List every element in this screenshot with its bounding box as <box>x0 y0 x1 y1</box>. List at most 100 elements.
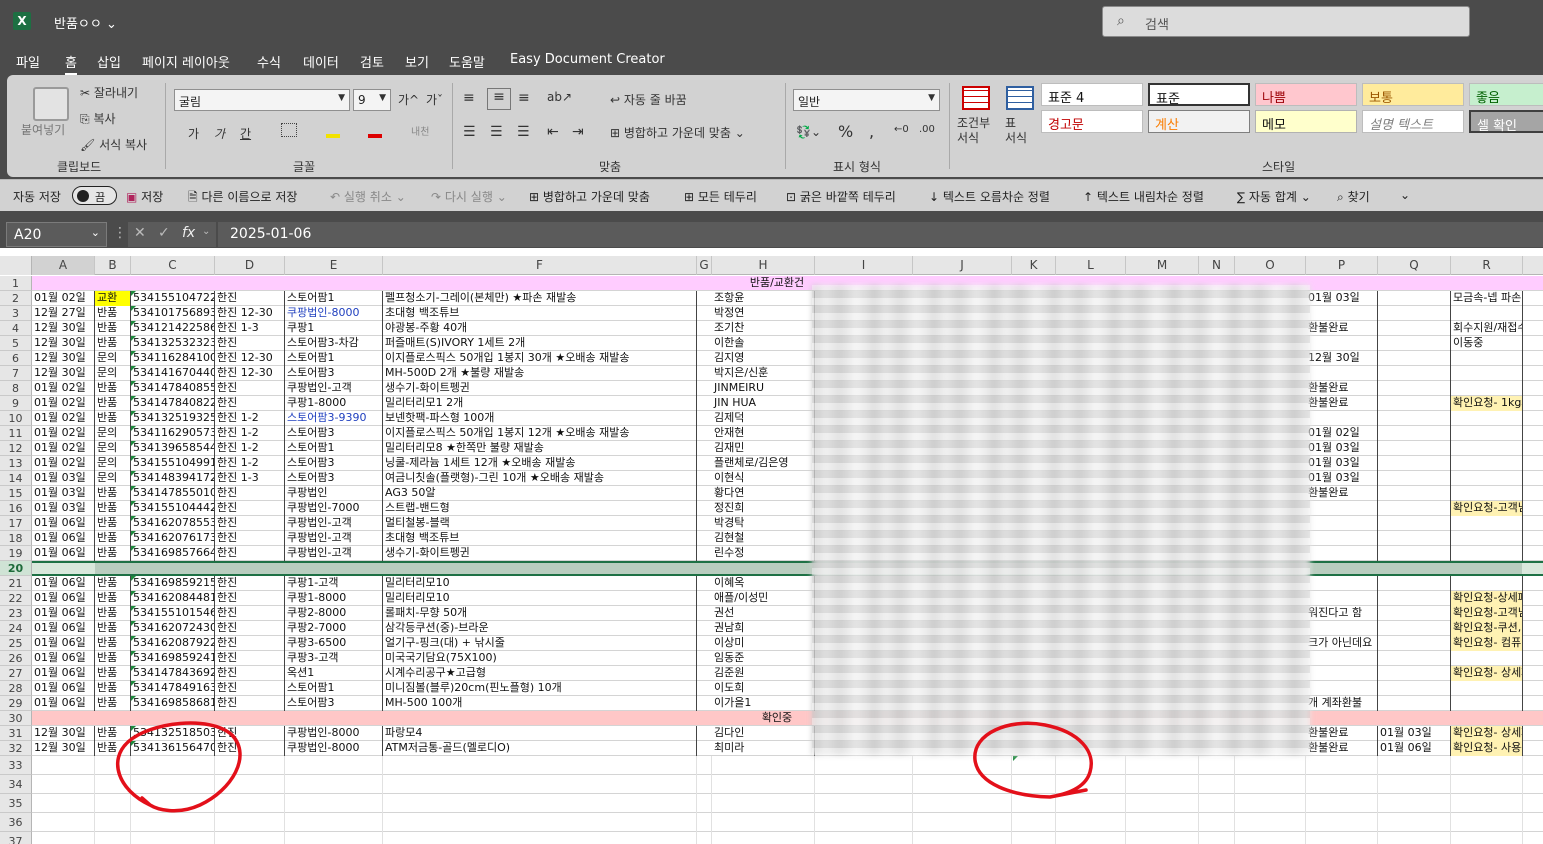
cell-r[interactable] <box>1451 456 1523 471</box>
cell-style-4[interactable]: 좋음 <box>1469 83 1543 106</box>
row-header[interactable]: 32 <box>0 741 32 756</box>
cell-e[interactable]: 쿠팡법인-8000 <box>285 306 383 321</box>
cell-a[interactable]: 01월 06일 <box>32 591 95 606</box>
document-title[interactable]: 반품ㅇㅇ ⌄ <box>54 13 117 32</box>
cell-p[interactable] <box>1306 681 1378 696</box>
cell-h[interactable]: 김제덕 <box>712 411 815 426</box>
cell-e[interactable]: 쿠팡2-8000 <box>285 606 383 621</box>
cell-h[interactable]: 황다연 <box>712 486 815 501</box>
cell-c[interactable]: 534169859241 <box>131 651 215 666</box>
empty-cell[interactable] <box>1235 756 1306 775</box>
cell-b[interactable]: 반품 <box>95 486 131 501</box>
empty-cell[interactable] <box>285 832 383 844</box>
cell-p[interactable] <box>1306 591 1378 606</box>
cell-r[interactable] <box>1451 516 1523 531</box>
cell-h[interactable]: 이현식 <box>712 471 815 486</box>
cell-c[interactable]: 534162078553 <box>131 516 215 531</box>
cell-h[interactable]: 정진희 <box>712 501 815 516</box>
align-top-icon[interactable]: ≡ <box>463 90 475 106</box>
number-format-combo[interactable]: 일반 ▼ <box>793 89 940 111</box>
cell-h[interactable]: 박경탁 <box>712 516 815 531</box>
row-header[interactable]: 5 <box>0 336 32 351</box>
copy-button[interactable]: 복사 <box>93 112 115 126</box>
empty-cell[interactable] <box>1378 756 1451 775</box>
column-header-J[interactable]: J <box>913 256 1012 275</box>
cell-b[interactable]: 반품 <box>95 381 131 396</box>
cell-d[interactable]: 한진 <box>215 576 285 591</box>
cell-e[interactable]: 스토어팜1 <box>285 351 383 366</box>
undo-button[interactable]: 실행 취소 <box>344 190 392 204</box>
cell-h[interactable]: JIN HUA <box>712 396 815 411</box>
align-center-icon[interactable]: ☰ <box>490 124 503 140</box>
empty-cell[interactable] <box>712 832 815 844</box>
cell-f[interactable]: 시계수리공구★고급형 <box>383 666 697 681</box>
cell-h[interactable]: 플랜체로/김은영 <box>712 456 815 471</box>
cell-f[interactable]: MH-500 100개 <box>383 696 697 711</box>
insert-function-button[interactable]: fx <box>182 225 195 241</box>
cell-d[interactable]: 한진 12-30 <box>215 366 285 381</box>
cell-h[interactable]: 이한솔 <box>712 336 815 351</box>
cell-d[interactable]: 한진 1-2 <box>215 456 285 471</box>
cell-e[interactable]: 스토어팜3 <box>285 696 383 711</box>
table-row[interactable]: 12월 30일 반품 534132518503 한진 쿠팡법인-8000 파랑모4 김다인 환… <box>32 726 1543 741</box>
empty-cell[interactable] <box>1378 775 1451 794</box>
cell-h[interactable]: 임동준 <box>712 651 815 666</box>
cell-b[interactable]: 반품 <box>95 591 131 606</box>
cell-d[interactable]: 한진 12-30 <box>215 351 285 366</box>
empty-cell[interactable] <box>697 832 712 844</box>
empty-cell[interactable] <box>1306 832 1378 844</box>
table-row[interactable]: 01월 03일 문의 534148394172 한진 1-3 스토어팜3 여금니칫솔(플랫… <box>32 471 1543 486</box>
cell-d[interactable]: 한진 <box>215 516 285 531</box>
table-row[interactable]: 01월 02일 반품 534147840822 한진 쿠팡1-8000 밀리터리모1 2개… <box>32 396 1543 411</box>
cell-f[interactable]: 보넨핫팩-파스형 100개 <box>383 411 697 426</box>
align-left-icon[interactable]: ☰ <box>463 124 476 140</box>
cell-q[interactable] <box>1378 441 1451 456</box>
cell-e[interactable]: 쿠팡2-7000 <box>285 621 383 636</box>
cell-b[interactable]: 교환 <box>95 291 131 306</box>
empty-row[interactable] <box>32 832 1543 844</box>
table-row[interactable]: 01월 02일 반품 534147840855 한진 쿠팡법인-고객 생수기-화이트펭귄 J… <box>32 381 1543 396</box>
cell-a[interactable]: 01월 06일 <box>32 636 95 651</box>
cell-c[interactable]: 534155101546 <box>131 606 215 621</box>
empty-cell[interactable] <box>1056 775 1126 794</box>
row-header[interactable]: 11 <box>0 426 32 441</box>
sort-ascending-button[interactable]: 텍스트 오름차순 정렬 <box>943 190 1050 204</box>
empty-cell[interactable] <box>815 756 913 775</box>
column-header-L[interactable]: L <box>1056 256 1126 275</box>
all-borders-button[interactable]: 모든 테두리 <box>698 190 757 204</box>
empty-cell[interactable] <box>1451 794 1523 813</box>
empty-row[interactable] <box>32 775 1543 794</box>
format-painter-button[interactable]: 서식 복사 <box>99 138 147 152</box>
cell-f[interactable]: 이지플로스픽스 50개입 1봉지 30개 ★오배송 재발송 <box>383 351 697 366</box>
cell-f[interactable]: 생수기-화이트펭귄 <box>383 381 697 396</box>
empty-cell[interactable] <box>215 756 285 775</box>
cell-c[interactable]: 534162076173 <box>131 531 215 546</box>
empty-cell[interactable] <box>712 756 815 775</box>
row-header[interactable]: 20 <box>0 561 32 576</box>
cell-d[interactable]: 한진 <box>215 591 285 606</box>
cell-b[interactable]: 반품 <box>95 726 131 741</box>
cell-f[interactable]: 얼기구-핑크(대) + 낚시줄 <box>383 636 697 651</box>
row-header[interactable]: 37 <box>0 832 32 844</box>
table-row[interactable]: 01월 06일 반품 534162076173 한진 쿠팡법인-고객 초대형 백조튜브 김현… <box>32 531 1543 546</box>
empty-row[interactable] <box>32 794 1543 813</box>
menu-tab-1[interactable]: 홈 <box>65 52 77 75</box>
cell-p[interactable]: 개 계좌환불 <box>1306 696 1378 711</box>
paste-icon[interactable] <box>33 87 69 121</box>
cell-c[interactable]: 534162087922 <box>131 636 215 651</box>
empty-cell[interactable] <box>383 775 697 794</box>
empty-cell[interactable] <box>913 832 1012 844</box>
cell-f[interactable]: 삼각등쿠션(중)-브라운 <box>383 621 697 636</box>
empty-cell[interactable] <box>697 794 712 813</box>
cell-e[interactable]: 쿠팡법인-고객 <box>285 381 383 396</box>
row-header[interactable]: 23 <box>0 606 32 621</box>
table-row[interactable]: 12월 30일 문의 534141670440 한진 12-30 스토어팜3 MH-500… <box>32 366 1543 381</box>
cell-r[interactable] <box>1451 696 1523 711</box>
cell-h[interactable]: 조항윤 <box>712 291 815 306</box>
shrink-font-button[interactable]: 가ˇ <box>426 91 443 108</box>
empty-cell[interactable] <box>215 832 285 844</box>
row-header[interactable]: 36 <box>0 813 32 832</box>
cell-p[interactable]: 환불완료 <box>1306 396 1378 411</box>
cell-a[interactable]: 01월 03일 <box>32 471 95 486</box>
cell-b[interactable]: 반품 <box>95 696 131 711</box>
